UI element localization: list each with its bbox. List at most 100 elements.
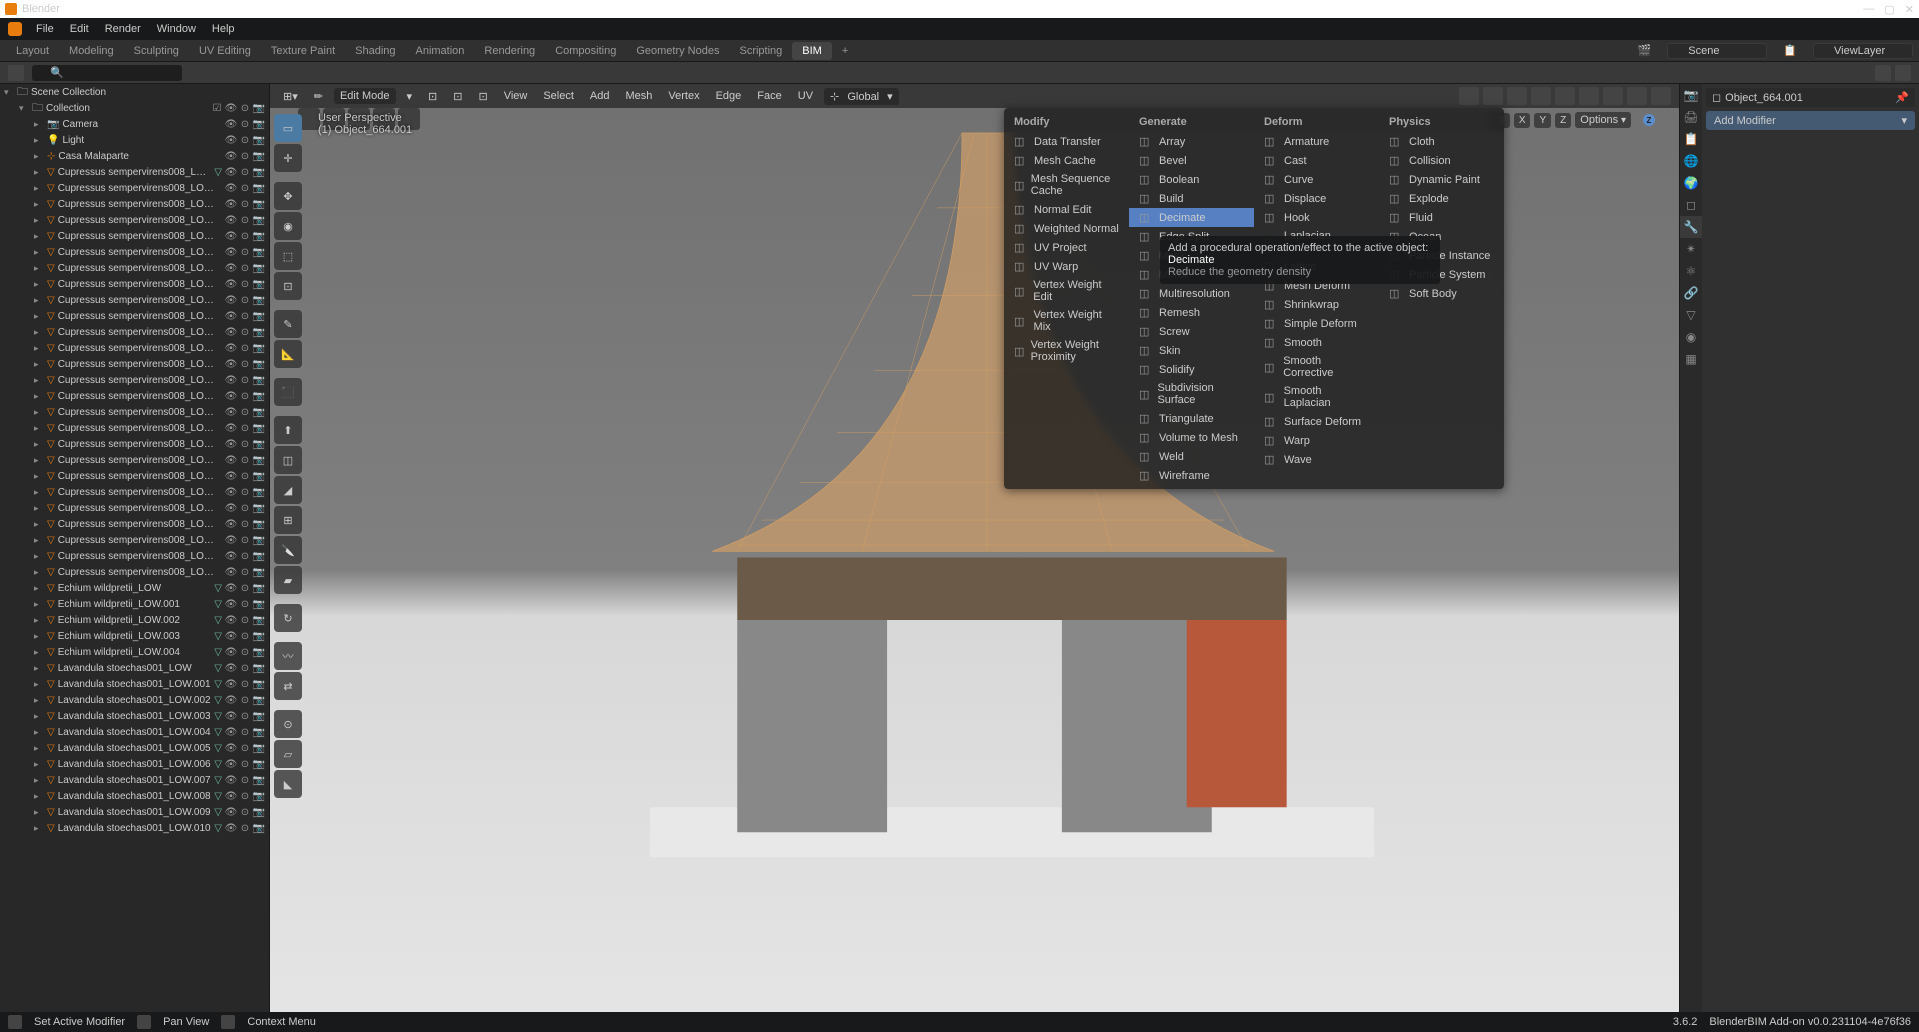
shading-rendered-icon[interactable] <box>1651 87 1671 105</box>
overlays-icon[interactable] <box>1531 87 1551 105</box>
outliner-item[interactable]: ▸▽Cupressus sempervirens008_LOW.019👁⊙📷 <box>0 468 269 484</box>
menu-window[interactable]: Window <box>151 21 202 37</box>
menu-vertex[interactable]: Vertex <box>663 88 704 104</box>
tab-object[interactable]: ◻ <box>1680 194 1702 216</box>
viewport-x[interactable]: X <box>1514 113 1531 128</box>
tab-physics[interactable]: ⚛ <box>1680 260 1702 282</box>
shading-wireframe-icon[interactable] <box>1579 87 1599 105</box>
menu-view[interactable]: View <box>499 88 533 104</box>
modifier-item-remesh[interactable]: ◫Remesh <box>1129 303 1254 322</box>
modifier-item-displace[interactable]: ◫Displace <box>1254 189 1379 208</box>
outliner-item[interactable]: ▸▽Cupressus sempervirens008_LOW.014👁⊙📷 <box>0 388 269 404</box>
modifier-item-explode[interactable]: ◫Explode <box>1379 189 1504 208</box>
viewlayer-input[interactable] <box>1813 43 1913 59</box>
modifier-item-boolean[interactable]: ◫Boolean <box>1129 170 1254 189</box>
modifier-item-smooth[interactable]: ◫Smooth <box>1254 333 1379 352</box>
modifier-item-subdivision-surface[interactable]: ◫Subdivision Surface <box>1129 379 1254 409</box>
shading-material-icon[interactable] <box>1627 87 1647 105</box>
tab-data[interactable]: ▽ <box>1680 304 1702 326</box>
outliner-item[interactable]: ▸▽Lavandula stoechas001_LOW.004▽👁⊙📷 <box>0 724 269 740</box>
editor-icon[interactable]: ⊞▾ <box>278 88 303 105</box>
tool-rip[interactable]: ◣ <box>274 770 302 798</box>
outliner-item[interactable]: ▸▽Cupressus sempervirens008_LOW.025👁⊙📷 <box>0 564 269 580</box>
tool-smooth[interactable]: 〰 <box>274 642 302 670</box>
tool-edgeslide[interactable]: ⇄ <box>274 672 302 700</box>
snap-icon[interactable] <box>1459 87 1479 105</box>
modifier-item-soft-body[interactable]: ◫Soft Body <box>1379 284 1504 303</box>
modifier-item-uv-warp[interactable]: ◫UV Warp <box>1004 257 1129 276</box>
tab-scripting[interactable]: Scripting <box>729 42 792 60</box>
tool-annotate[interactable]: ✎ <box>274 310 302 338</box>
select-mode-face[interactable]: ⊡ <box>473 88 492 105</box>
menu-render[interactable]: Render <box>99 21 147 37</box>
modifier-item-wireframe[interactable]: ◫Wireframe <box>1129 466 1254 485</box>
proportional-icon[interactable] <box>1483 87 1503 105</box>
blender-icon[interactable] <box>8 22 22 36</box>
modifier-item-vertex-weight-proximity[interactable]: ◫Vertex Weight Proximity <box>1004 336 1129 366</box>
new-collection-icon[interactable] <box>1895 65 1911 81</box>
tool-loopcut[interactable]: ⊞ <box>274 506 302 534</box>
modifier-item-cloth[interactable]: ◫Cloth <box>1379 132 1504 151</box>
outliner-item[interactable]: ▸▽Echium wildpretii_LOW▽👁⊙📷 <box>0 580 269 596</box>
modifier-item-data-transfer[interactable]: ◫Data Transfer <box>1004 132 1129 151</box>
outliner-item[interactable]: ▸▽Cupressus sempervirens008_LOW.010👁⊙📷 <box>0 324 269 340</box>
outliner-item[interactable]: ▸▽Cupressus sempervirens008_LOW.016👁⊙📷 <box>0 420 269 436</box>
outliner-item[interactable]: ▸▽Lavandula stoechas001_LOW.002▽👁⊙📷 <box>0 692 269 708</box>
modifier-item-simple-deform[interactable]: ◫Simple Deform <box>1254 314 1379 333</box>
tab-modeling[interactable]: Modeling <box>59 42 124 60</box>
axis-z[interactable]: Z <box>1643 114 1655 126</box>
tab-animation[interactable]: Animation <box>406 42 475 60</box>
outliner-search[interactable] <box>32 65 182 81</box>
tab-shading[interactable]: Shading <box>345 42 405 60</box>
tab-material[interactable]: ◉ <box>1680 326 1702 348</box>
modifier-item-bevel[interactable]: ◫Bevel <box>1129 151 1254 170</box>
tab-world[interactable]: 🌍 <box>1680 172 1702 194</box>
outliner-item[interactable]: ▸▽Cupressus sempervirens008_LOW.022👁⊙📷 <box>0 516 269 532</box>
modifier-item-dynamic-paint[interactable]: ◫Dynamic Paint <box>1379 170 1504 189</box>
outliner-item[interactable]: ▸▽Echium wildpretii_LOW.004▽👁⊙📷 <box>0 644 269 660</box>
outliner-item[interactable]: ▸▽Echium wildpretii_LOW.002▽👁⊙📷 <box>0 612 269 628</box>
modifier-item-weld[interactable]: ◫Weld <box>1129 447 1254 466</box>
modifier-item-vertex-weight-edit[interactable]: ◫Vertex Weight Edit <box>1004 276 1129 306</box>
modifier-item-skin[interactable]: ◫Skin <box>1129 341 1254 360</box>
tab-viewlayer[interactable]: 📋 <box>1680 128 1702 150</box>
outliner-item[interactable]: ▸▽Cupressus sempervirens008_LOW.005👁⊙📷 <box>0 244 269 260</box>
shading-solid-icon[interactable] <box>1603 87 1623 105</box>
tool-inset[interactable]: ◫ <box>274 446 302 474</box>
tool-transform[interactable]: ⊡ <box>274 272 302 300</box>
menu-edge[interactable]: Edge <box>711 88 747 104</box>
modifier-item-volume-to-mesh[interactable]: ◫Volume to Mesh <box>1129 428 1254 447</box>
outliner-item[interactable]: ▸💡Light👁⊙📷 <box>0 132 269 148</box>
tool-spin[interactable]: ↻ <box>274 604 302 632</box>
mode-selector[interactable]: Edit Mode <box>334 88 396 104</box>
outliner-item[interactable]: ▸▽Cupressus sempervirens008_LOW.001👁⊙📷 <box>0 180 269 196</box>
outliner-item[interactable]: ▸▽Cupressus sempervirens008_LOW.017👁⊙📷 <box>0 436 269 452</box>
outliner-item[interactable]: ▸📷Camera👁⊙📷 <box>0 116 269 132</box>
modifier-item-cast[interactable]: ◫Cast <box>1254 151 1379 170</box>
outliner-item[interactable]: ▸▽Lavandula stoechas001_LOW.010▽👁⊙📷 <box>0 820 269 836</box>
modifier-item-hook[interactable]: ◫Hook <box>1254 208 1379 227</box>
outliner-item[interactable]: ▸▽Lavandula stoechas001_LOW.003▽👁⊙📷 <box>0 708 269 724</box>
outliner-item[interactable]: ▸▽Lavandula stoechas001_LOW.005▽👁⊙📷 <box>0 740 269 756</box>
outliner-item[interactable]: ▸▽Lavandula stoechas001_LOW.007▽👁⊙📷 <box>0 772 269 788</box>
outliner-item[interactable]: ▸⊹Casa Malaparte👁⊙📷 <box>0 148 269 164</box>
tab-render[interactable]: 📷 <box>1680 84 1702 106</box>
tool-rotate[interactable]: ◉ <box>274 212 302 240</box>
tab-rendering[interactable]: Rendering <box>474 42 545 60</box>
select-mode-vertex[interactable]: ⊡ <box>423 88 442 105</box>
modifier-item-weighted-normal[interactable]: ◫Weighted Normal <box>1004 219 1129 238</box>
outliner-item[interactable]: ▸▽Cupressus sempervirens008_LOW.024👁⊙📷 <box>0 548 269 564</box>
editor-type-icon[interactable] <box>8 65 24 81</box>
tool-bevel[interactable]: ◢ <box>274 476 302 504</box>
modifier-item-screw[interactable]: ◫Screw <box>1129 322 1254 341</box>
tab-uvediting[interactable]: UV Editing <box>189 42 261 60</box>
modifier-item-normal-edit[interactable]: ◫Normal Edit <box>1004 200 1129 219</box>
outliner-item[interactable]: ▸▽Lavandula stoechas001_LOW.008▽👁⊙📷 <box>0 788 269 804</box>
tool-move[interactable]: ✥ <box>274 182 302 210</box>
outliner-item[interactable]: ▸▽Cupressus sempervirens008_LOW.004👁⊙📷 <box>0 228 269 244</box>
tab-bim[interactable]: BIM <box>792 42 832 60</box>
modifier-item-curve[interactable]: ◫Curve <box>1254 170 1379 189</box>
outliner-item[interactable]: ▸▽Cupressus sempervirens008_LOW.009👁⊙📷 <box>0 308 269 324</box>
tool-extrude[interactable]: ⬆ <box>274 416 302 444</box>
viewport-gizmo[interactable]: Z <box>1625 114 1675 164</box>
